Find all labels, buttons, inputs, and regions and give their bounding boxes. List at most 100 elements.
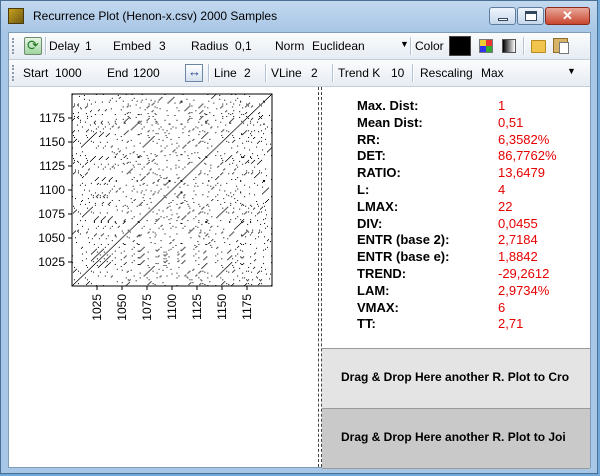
stat-row: VMAX: 6 [322, 300, 590, 316]
close-button[interactable]: ✕ [545, 7, 590, 25]
stat-value: 22 [498, 198, 513, 214]
stat-label: TREND: [357, 266, 407, 281]
rescaling-select[interactable]: Max [481, 66, 504, 80]
recurrence-plot-pane[interactable]: 1175 1150 1125 1100 1075 1050 1025 1025 1050 1075… [9, 87, 318, 467]
palette-icon[interactable] [479, 39, 493, 53]
toolbar-separator [410, 37, 412, 55]
minimize-icon [498, 18, 508, 21]
folder-icon[interactable] [531, 40, 546, 53]
stat-label: VMAX: [357, 299, 399, 315]
app-window: Recurrence Plot (Henon-x.csv) 2000 Sampl… [0, 0, 598, 474]
maximize-icon [525, 11, 537, 21]
toolbar-separator [332, 64, 334, 82]
stat-value: 86,7762% [498, 148, 557, 164]
stat-row: LAM: 2,9734% [322, 283, 590, 299]
maximize-button[interactable] [517, 7, 544, 25]
stat-label: RR: [357, 131, 381, 147]
toolbar-grip[interactable] [12, 38, 17, 54]
stat-label: LMAX: [357, 198, 399, 214]
color-swatch[interactable] [449, 36, 471, 56]
y-axis-tick-label: 1050 [38, 231, 65, 245]
joint-plot-dropzone[interactable]: Drag & Drop Here another R. Plot to Joi [322, 408, 590, 469]
recurrence-plot[interactable]: 1175 1150 1125 1100 1075 1050 1025 1025 1050 1075… [9, 87, 318, 467]
radius-label: Radius [191, 39, 229, 53]
chevron-down-icon[interactable]: ▼ [400, 39, 409, 49]
stat-label: DET: [357, 148, 386, 164]
stat-value: 4 [498, 182, 506, 197]
statistics-pane: Max. Dist: 1 Mean Dist: 0,51 RR: 6,3582% DET: 8… [322, 87, 590, 469]
stat-value: 0,0455 [498, 215, 538, 231]
gradient-icon[interactable] [502, 39, 516, 53]
x-axis-tick-label: 1100 [165, 294, 179, 320]
stat-label: Mean Dist: [357, 114, 423, 130]
minimize-button[interactable] [489, 7, 516, 25]
stat-value: -29,2612 [498, 266, 550, 281]
stat-row: ENTR (base e): 1,8842 [322, 249, 590, 265]
swap-icon[interactable] [185, 64, 203, 82]
y-axis-tick-label: 1150 [39, 135, 65, 149]
toolbar-separator [265, 64, 267, 82]
refresh-icon[interactable] [24, 37, 42, 55]
trendk-label: Trend K [338, 66, 381, 80]
y-axis-tick-label: 1075 [38, 207, 65, 221]
x-axis-tick-label: 1075 [140, 294, 154, 321]
app-icon[interactable] [8, 8, 24, 24]
end-field[interactable]: 1200 [133, 66, 160, 80]
norm-label: Norm [275, 39, 305, 53]
trendk-field[interactable]: 10 [391, 66, 404, 80]
embed-field[interactable]: 3 [159, 39, 166, 53]
window-title: Recurrence Plot (Henon-x.csv) 2000 Sampl… [33, 9, 278, 23]
stat-row: Mean Dist: 0,51 [322, 115, 590, 131]
clipboard-icon[interactable] [553, 38, 569, 54]
toolbar-separator [208, 64, 210, 82]
toolbar-separator [45, 37, 47, 55]
stat-value: 2,9734% [498, 282, 550, 298]
end-label: End [107, 66, 129, 80]
stat-value: 1 [498, 98, 506, 113]
y-axis-tick-label: 1025 [38, 255, 65, 269]
range-toolbar: Start 1000 End 1200 Line 2 VLine 2 Trend… [9, 60, 590, 87]
stat-value: 6,3582% [498, 131, 550, 147]
stat-row: DIV: 0,0455 [322, 216, 590, 232]
x-axis-tick-label: 1150 [215, 294, 229, 320]
y-axis-tick-label: 1175 [39, 111, 65, 125]
stat-label: TT: [357, 316, 376, 332]
x-axis-tick-label: 1050 [115, 294, 129, 321]
rescaling-label: Rescaling [420, 66, 473, 80]
stat-label: L: [357, 182, 370, 197]
dropzone-label: Drag & Drop Here another R. Plot to Joi [341, 430, 566, 444]
stat-label: LAM: [357, 282, 390, 298]
stat-row: LMAX: 22 [322, 199, 590, 215]
x-axis-tick-label: 1175 [240, 294, 254, 320]
stat-row: L: 4 [322, 182, 590, 198]
title-bar[interactable]: Recurrence Plot (Henon-x.csv) 2000 Sampl… [1, 1, 597, 32]
stat-label: ENTR (base 2): [357, 232, 450, 248]
stat-row: ENTR (base 2): 2,7184 [322, 232, 590, 248]
stat-row: RR: 6,3582% [322, 132, 590, 148]
stat-row: TT: 2,71 [322, 316, 590, 332]
stat-row: DET: 86,7762% [322, 148, 590, 164]
chevron-down-icon[interactable]: ▼ [567, 66, 576, 76]
start-label: Start [23, 66, 49, 80]
stat-row: TREND: -29,2612 [322, 266, 590, 282]
start-field[interactable]: 1000 [55, 66, 82, 80]
toolbar-separator [412, 64, 414, 82]
stat-label: Max. Dist: [357, 98, 419, 113]
stat-row: Max. Dist: 1 [322, 98, 590, 114]
y-axis-tick-label: 1125 [39, 159, 65, 173]
vline-label: VLine [271, 66, 302, 80]
y-axis-tick-label: 1100 [39, 183, 65, 197]
toolbar-separator [523, 37, 525, 55]
cross-plot-dropzone[interactable]: Drag & Drop Here another R. Plot to Cro [322, 348, 590, 409]
stat-row: RATIO: 13,6479 [322, 165, 590, 181]
toolbar-grip[interactable] [12, 65, 17, 81]
radius-field[interactable]: 0,1 [235, 39, 252, 53]
dropzone-label: Drag & Drop Here another R. Plot to Cro [341, 370, 570, 384]
delay-field[interactable]: 1 [85, 39, 92, 53]
close-icon: ✕ [562, 8, 573, 23]
stat-label: DIV: [357, 215, 383, 231]
norm-select[interactable]: Euclidean [312, 39, 365, 53]
line-field[interactable]: 2 [244, 66, 251, 80]
vline-field[interactable]: 2 [311, 66, 318, 80]
stat-label: RATIO: [357, 165, 401, 181]
